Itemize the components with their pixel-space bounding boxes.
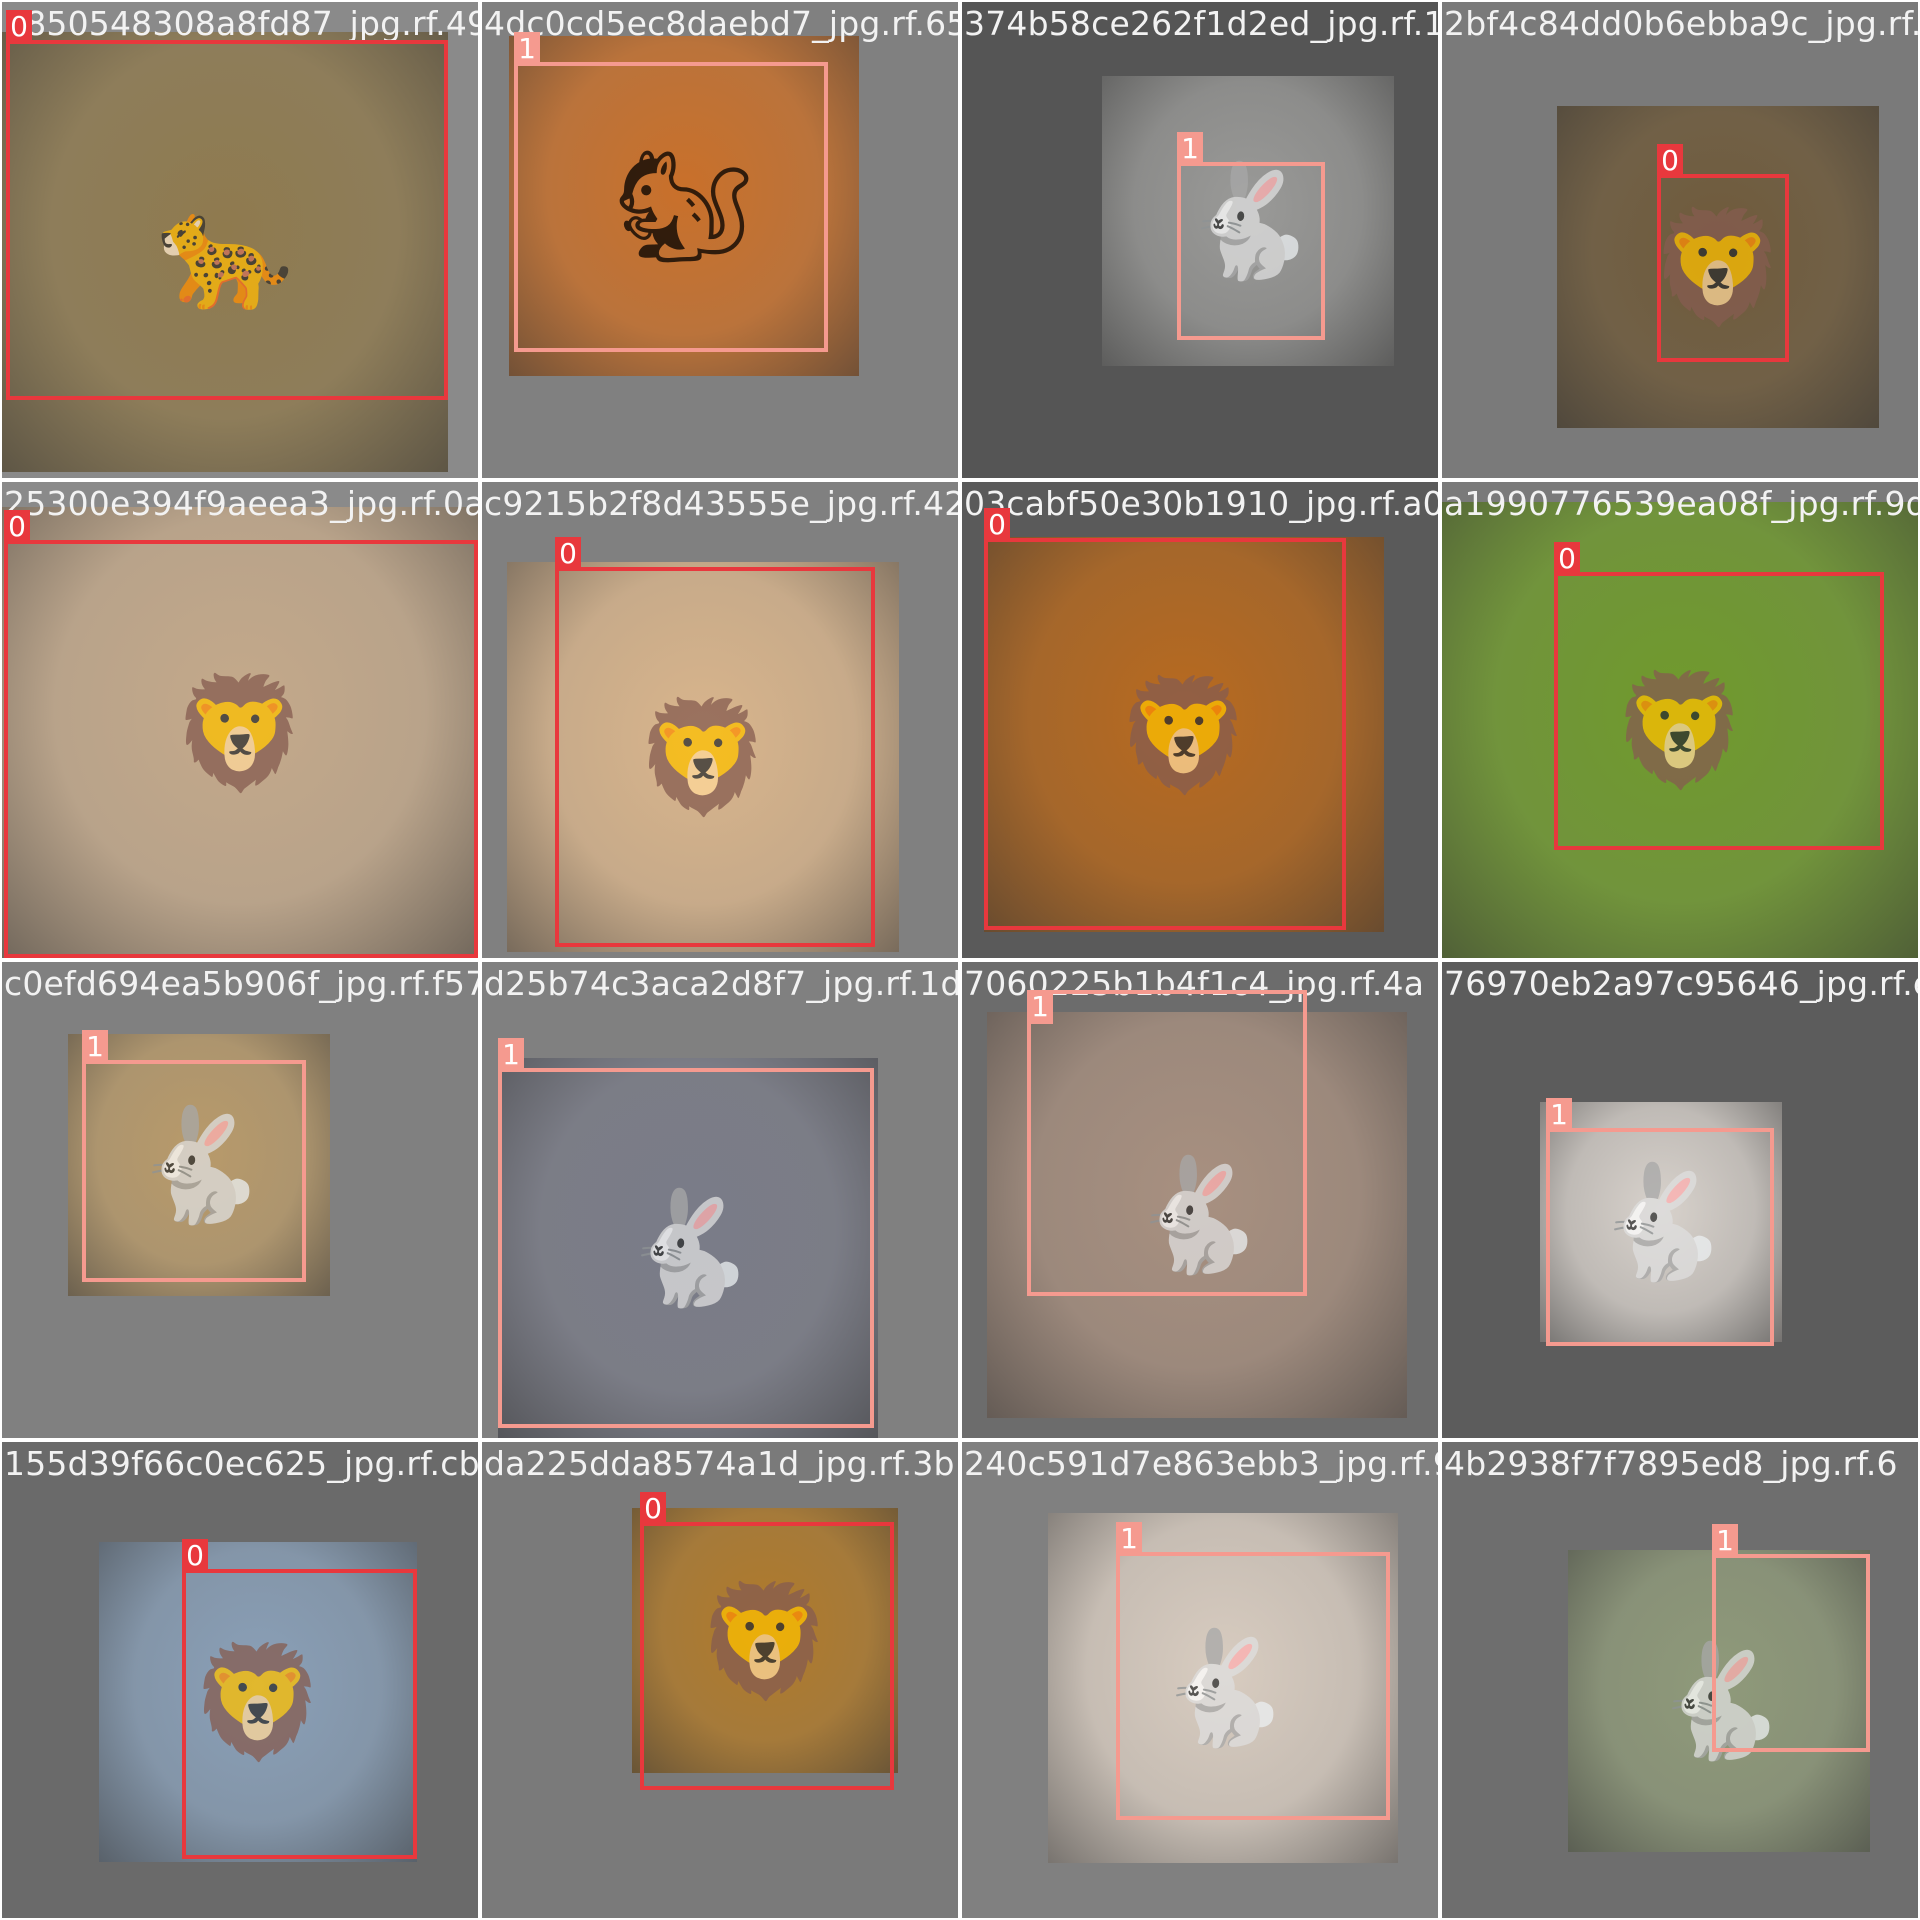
mosaic-tile: 🦁 0 155d39f66c0ec625_jpg.rf.cb — [2, 1442, 478, 1918]
class-id-label: 0 — [984, 508, 1010, 542]
image-filename-label: 25300e394f9aeea3_jpg.rf.0a — [4, 484, 478, 523]
bounding-box: 0 — [1554, 542, 1884, 850]
image-filename-label: a1990776539ea08f_jpg.rf.9d — [1444, 484, 1918, 523]
mosaic-tile: 🦁 0 25300e394f9aeea3_jpg.rf.0a — [2, 482, 478, 958]
mosaic-tile: 🐇 1 4b2938f7f7895ed8_jpg.rf.6 — [1442, 1442, 1918, 1918]
bounding-box: 1 — [1027, 990, 1307, 1296]
bounding-box: 1 — [1546, 1098, 1774, 1346]
class-id-label: 0 — [555, 537, 581, 571]
bounding-box: 0 — [555, 537, 875, 947]
bounding-box: 0 — [182, 1539, 417, 1859]
class-id-label: 1 — [82, 1030, 108, 1064]
image-filename-label: 0850548308a8fd87_jpg.rf.49 — [4, 4, 478, 43]
image-filename-label: 374b58ce262f1d2ed_jpg.rf.12 — [964, 4, 1438, 43]
bounding-box: 0 — [984, 508, 1346, 930]
image-filename-label: c0efd694ea5b906f_jpg.rf.f57 — [4, 964, 478, 1003]
image-filename-label: 4b2938f7f7895ed8_jpg.rf.6 — [1444, 1444, 1898, 1483]
mosaic-tile: 🐇 1 240c591d7e863ebb3_jpg.rf.9c — [962, 1442, 1438, 1918]
mosaic-tile: 🐿 1 4dc0cd5ec8daebd7_jpg.rf.65 — [482, 2, 958, 478]
class-id-label: 1 — [514, 32, 540, 66]
bounding-box: 1 — [82, 1030, 306, 1282]
detection-mosaic: 🐆 0 0850548308a8fd87_jpg.rf.49 🐿 1 4dc0cd5ec8… — [0, 0, 1920, 1920]
bounding-box: 0 — [640, 1492, 894, 1790]
bounding-box: 1 — [514, 32, 828, 352]
bounding-box: 1 — [1116, 1522, 1390, 1820]
mosaic-tile: 🦁 0 a1990776539ea08f_jpg.rf.9d — [1442, 482, 1918, 958]
mosaic-tile: 🦁 0 03cabf50e30b1910_jpg.rf.a0 — [962, 482, 1438, 958]
class-id-label: 1 — [1712, 1524, 1738, 1558]
mosaic-tile: 🐆 0 0850548308a8fd87_jpg.rf.49 — [2, 2, 478, 478]
image-filename-label: 4dc0cd5ec8daebd7_jpg.rf.65 — [484, 4, 958, 43]
mosaic-tile: 🐇 1 374b58ce262f1d2ed_jpg.rf.12 — [962, 2, 1438, 478]
image-filename-label: 03cabf50e30b1910_jpg.rf.a0 — [964, 484, 1438, 523]
bounding-box: 1 — [498, 1038, 874, 1428]
class-id-label: 0 — [1554, 542, 1580, 576]
bounding-box: 0 — [1657, 144, 1789, 362]
image-filename-label: d25b74c3aca2d8f7_jpg.rf.1d — [484, 964, 958, 1003]
class-id-label: 1 — [498, 1038, 524, 1072]
mosaic-tile: 🐇 1 76970eb2a97c95646_jpg.rf.e — [1442, 962, 1918, 1438]
bounding-box: 1 — [1712, 1524, 1870, 1752]
class-id-label: 0 — [4, 510, 30, 544]
bounding-box: 0 — [6, 10, 448, 400]
bounding-box: 0 — [4, 510, 478, 958]
mosaic-tile: 🦁 0 c9215b2f8d43555e_jpg.rf.42 — [482, 482, 958, 958]
image-filename-label: c9215b2f8d43555e_jpg.rf.42 — [484, 484, 958, 523]
bounding-box: 1 — [1177, 132, 1325, 340]
class-id-label: 1 — [1027, 990, 1053, 1024]
class-id-label: 1 — [1546, 1098, 1572, 1132]
image-filename-label: 2bf4c84dd0b6ebba9c_jpg.rf.8 — [1444, 4, 1918, 43]
image-filename-label: 76970eb2a97c95646_jpg.rf.e — [1444, 964, 1918, 1003]
class-id-label: 0 — [640, 1492, 666, 1526]
class-id-label: 0 — [1657, 144, 1683, 178]
image-filename-label: 240c591d7e863ebb3_jpg.rf.9c — [964, 1444, 1438, 1483]
mosaic-tile: 🦁 0 da225dda8574a1d_jpg.rf.3b — [482, 1442, 958, 1918]
mosaic-tile: 🐇 1 7060225b1b4f1c4_jpg.rf.4a — [962, 962, 1438, 1438]
mosaic-tile: 🦁 0 2bf4c84dd0b6ebba9c_jpg.rf.8 — [1442, 2, 1918, 478]
image-filename-label: 155d39f66c0ec625_jpg.rf.cb — [4, 1444, 478, 1483]
image-filename-label: da225dda8574a1d_jpg.rf.3b — [484, 1444, 955, 1483]
class-id-label: 0 — [6, 10, 32, 44]
class-id-label: 1 — [1116, 1522, 1142, 1556]
mosaic-tile: 🐇 1 c0efd694ea5b906f_jpg.rf.f57 — [2, 962, 478, 1438]
class-id-label: 0 — [182, 1539, 208, 1573]
mosaic-tile: 🐇 1 d25b74c3aca2d8f7_jpg.rf.1d — [482, 962, 958, 1438]
class-id-label: 1 — [1177, 132, 1203, 166]
